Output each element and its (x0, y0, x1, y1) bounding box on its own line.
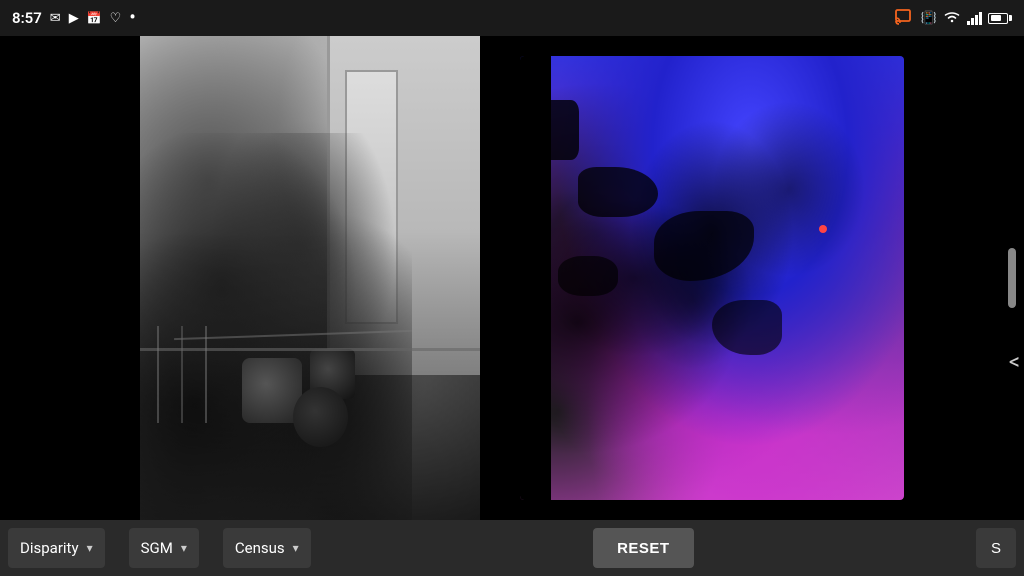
bottom-toolbar: Disparity ▾ SGM ▾ Census ▾ RESET S (0, 520, 1024, 576)
status-right: 📳 (895, 9, 1012, 28)
vibrate-icon: 📳 (921, 11, 937, 26)
wifi-icon (943, 10, 961, 27)
battery-icon (988, 13, 1012, 24)
left-image (140, 36, 480, 520)
disparity-red-dot (819, 225, 827, 233)
census-arrow: ▾ (293, 541, 299, 555)
garden-photo (140, 36, 480, 520)
status-left: 8:57 ✉ ▶ 📅 ♡ • (12, 9, 136, 27)
right-image: < (500, 36, 1024, 520)
sgm-arrow: ▾ (181, 541, 187, 555)
disparity-map (520, 56, 904, 500)
time-display: 8:57 (12, 9, 42, 27)
census-label: Census (235, 539, 285, 557)
image-gap (480, 36, 490, 520)
sgm-dropdown[interactable]: SGM ▾ (129, 528, 199, 568)
disparity-dropdown[interactable]: Disparity ▾ (8, 528, 105, 568)
s-button[interactable]: S (976, 528, 1016, 568)
dot-icon: • (129, 9, 135, 27)
disparity-arrow: ▾ (87, 541, 93, 555)
video-icon: ▶ (69, 11, 79, 26)
calendar-icon: 📅 (87, 11, 102, 25)
scroll-handle[interactable] (1008, 248, 1016, 308)
reset-button[interactable]: RESET (593, 528, 694, 568)
heart-icon: ♡ (110, 11, 122, 26)
disparity-label: Disparity (20, 539, 79, 557)
chevron-left-icon[interactable]: < (1009, 350, 1020, 375)
signal-icon (967, 11, 982, 25)
sgm-label: SGM (141, 539, 173, 557)
main-content: < (0, 36, 1024, 520)
cast-icon (895, 9, 915, 28)
status-bar: 8:57 ✉ ▶ 📅 ♡ • 📳 (0, 0, 1024, 36)
gmail-icon: ✉ (50, 11, 61, 26)
census-dropdown[interactable]: Census ▾ (223, 528, 311, 568)
